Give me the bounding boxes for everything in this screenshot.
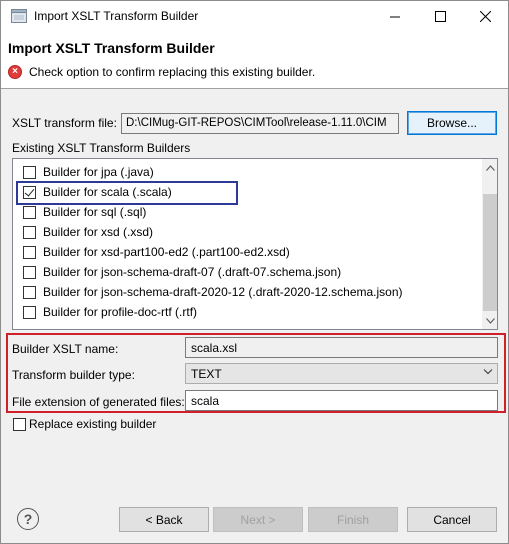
builder-type-select[interactable]: TEXT xyxy=(185,363,498,384)
cancel-button[interactable]: Cancel xyxy=(407,507,497,532)
builders-list[interactable]: Builder for jpa (.java) Builder for scal… xyxy=(12,158,498,330)
builder-name-field: scala.xsl xyxy=(185,337,498,358)
builder-label: Builder for json-schema-draft-2020-12 (.… xyxy=(43,285,403,299)
error-icon: × xyxy=(8,65,22,79)
xslt-file-label: XSLT transform file: xyxy=(12,116,117,130)
file-extension-field[interactable]: scala xyxy=(185,390,498,411)
list-item[interactable]: Builder for json-schema-draft-2020-12 (.… xyxy=(13,282,479,302)
next-button-label: Next > xyxy=(240,512,276,527)
xslt-file-field[interactable]: D:\CIMug-GIT-REPOS\CIMTool\release-1.11.… xyxy=(121,113,399,134)
finish-button-label: Finish xyxy=(336,512,369,527)
builder-checkbox[interactable] xyxy=(23,225,36,239)
existing-builders-label: Existing XSLT Transform Builders xyxy=(12,141,191,155)
close-icon xyxy=(480,11,491,22)
builder-checkbox[interactable] xyxy=(23,265,36,279)
header-banner: Import XSLT Transform Builder × Check op… xyxy=(1,32,508,89)
page-title: Import XSLT Transform Builder xyxy=(8,40,215,56)
replace-existing-label: Replace existing builder xyxy=(29,417,157,431)
scroll-thumb[interactable] xyxy=(483,194,497,311)
builder-checkbox[interactable] xyxy=(23,245,36,259)
list-item[interactable]: Builder for profile-doc-rtf (.rtf) xyxy=(13,302,479,322)
builder-checkbox[interactable] xyxy=(23,305,36,319)
builder-type-value: TEXT xyxy=(191,367,222,381)
list-scrollbar[interactable] xyxy=(482,159,497,329)
list-item[interactable]: Builder for json-schema-draft-07 (.draft… xyxy=(13,262,479,282)
builder-name-label: Builder XSLT name: xyxy=(12,342,119,356)
maximize-button[interactable] xyxy=(418,1,463,32)
builder-label: Builder for jpa (.java) xyxy=(43,165,154,179)
builder-checkbox[interactable] xyxy=(23,205,36,219)
minimize-button[interactable] xyxy=(373,1,418,32)
list-item[interactable]: Builder for sql (.sql) xyxy=(13,202,479,222)
title-bar: Import XSLT Transform Builder xyxy=(1,1,508,32)
file-extension-label: File extension of generated files: xyxy=(12,395,185,409)
close-button[interactable] xyxy=(463,1,508,32)
list-item[interactable]: Builder for xsd-part100-ed2 (.part100-ed… xyxy=(13,242,479,262)
window-title: Import XSLT Transform Builder xyxy=(34,9,199,23)
chevron-down-icon xyxy=(483,367,493,378)
browse-button[interactable]: Browse... xyxy=(407,111,497,135)
browse-button-label: Browse... xyxy=(426,116,477,130)
replace-existing-checkbox[interactable] xyxy=(13,418,26,431)
list-item[interactable]: Builder for jpa (.java) xyxy=(13,162,479,182)
help-icon[interactable]: ? xyxy=(17,508,39,530)
minimize-icon xyxy=(390,16,400,18)
selection-highlight xyxy=(16,181,238,205)
back-button-label: < Back xyxy=(145,512,183,527)
builder-label: Builder for json-schema-draft-07 (.draft… xyxy=(43,265,342,279)
builder-label: Builder for xsd (.xsd) xyxy=(43,225,154,239)
dialog-window: Import XSLT Transform Builder Import XSL… xyxy=(0,0,509,544)
finish-button[interactable]: Finish xyxy=(308,507,398,532)
builder-label: Builder for xsd-part100-ed2 (.part100-ed… xyxy=(43,245,290,259)
builder-label: Builder for profile-doc-rtf (.rtf) xyxy=(43,305,198,319)
app-icon xyxy=(11,9,27,23)
chevron-up-icon xyxy=(486,164,495,171)
next-button[interactable]: Next > xyxy=(213,507,303,532)
list-item[interactable]: Builder for xsd (.xsd) xyxy=(13,222,479,242)
builder-label: Builder for sql (.sql) xyxy=(43,205,147,219)
back-button[interactable]: < Back xyxy=(119,507,209,532)
builder-checkbox[interactable] xyxy=(23,285,36,299)
scroll-up-button[interactable] xyxy=(482,159,497,176)
builder-checkbox[interactable] xyxy=(23,165,36,179)
builder-type-label: Transform builder type: xyxy=(12,368,135,382)
scroll-down-button[interactable] xyxy=(482,312,497,329)
status-message: Check option to confirm replacing this e… xyxy=(29,65,316,79)
chevron-down-icon xyxy=(486,317,495,324)
cancel-button-label: Cancel xyxy=(433,512,471,527)
maximize-icon xyxy=(435,11,446,22)
